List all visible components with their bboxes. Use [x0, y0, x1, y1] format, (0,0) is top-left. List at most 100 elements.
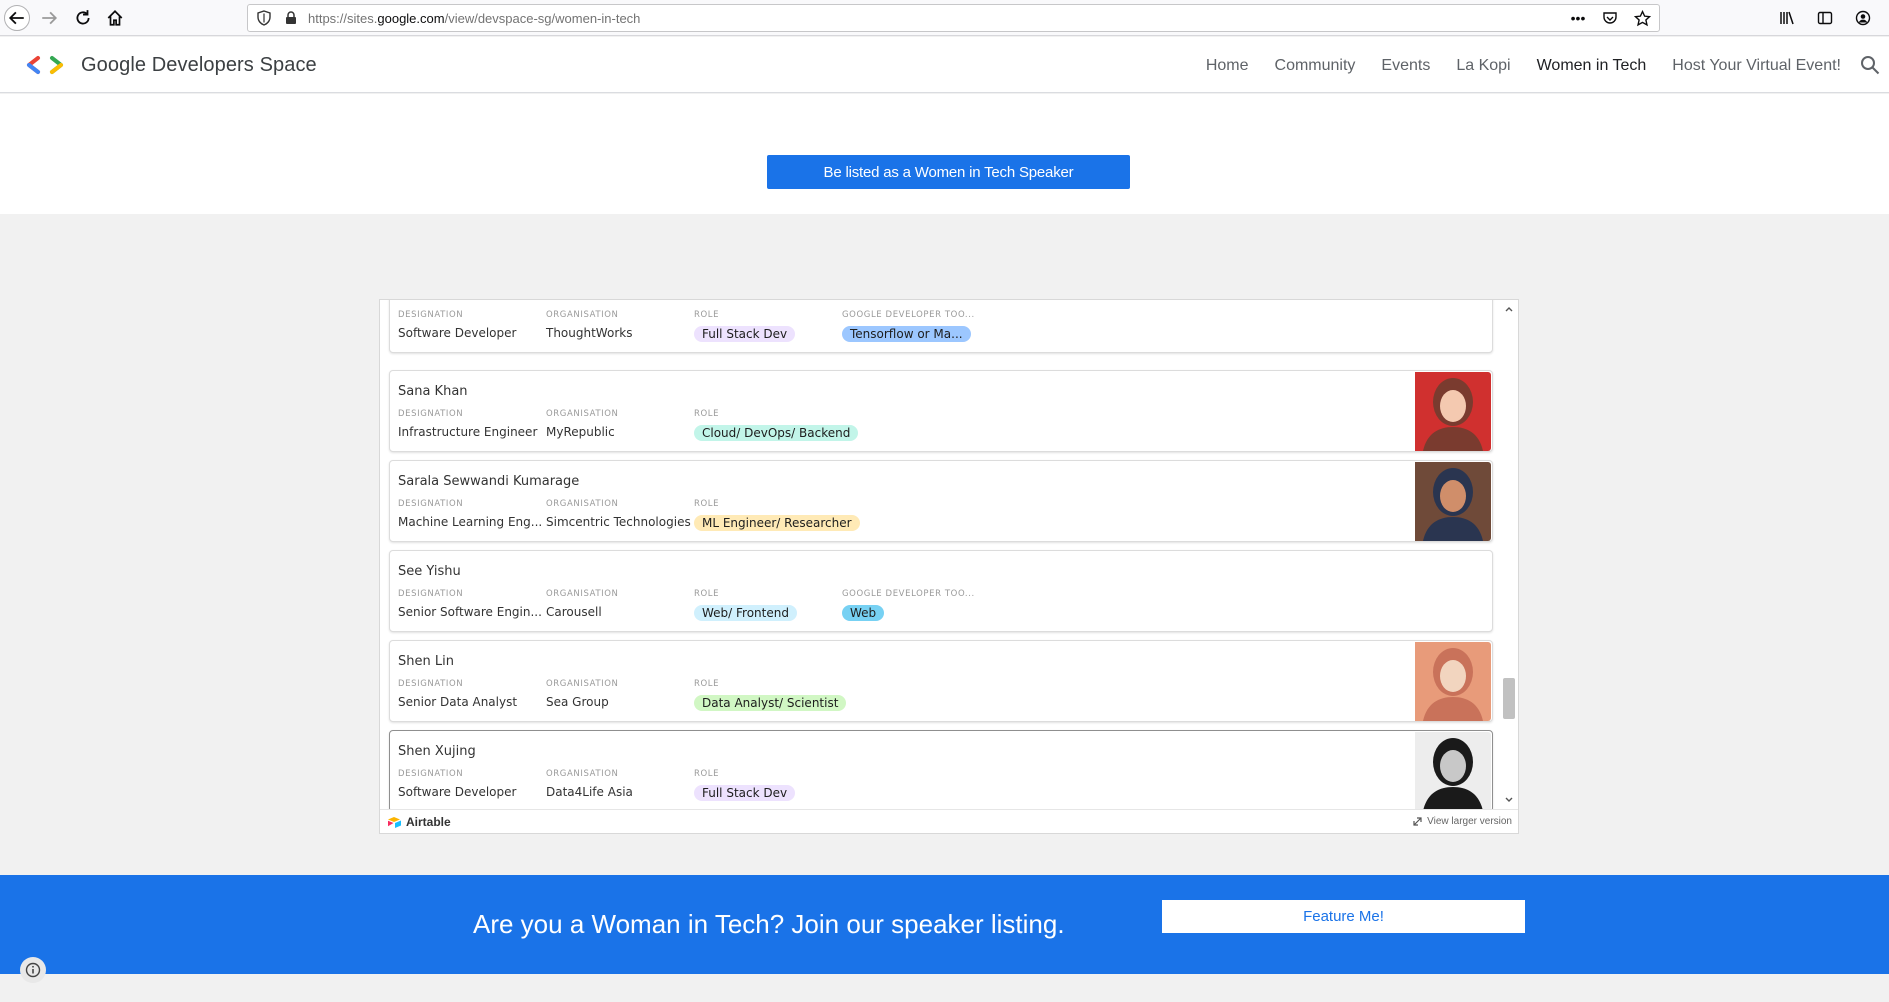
chevron-up-icon[interactable]: [1504, 304, 1514, 314]
field-label: DESIGNATION: [398, 589, 464, 599]
airtable-logo[interactable]: Airtable: [387, 815, 451, 829]
field-value: Full Stack Dev: [694, 785, 834, 801]
role-pill: Data Analyst/ Scientist: [694, 695, 847, 711]
speaker-photo[interactable]: [1415, 462, 1491, 541]
join-section: Are you a Woman in Tech? Join our speake…: [0, 875, 1889, 974]
field-label: ORGANISATION: [546, 499, 619, 509]
field-label: GOOGLE DEVELOPER TOO...: [842, 310, 975, 320]
speaker-card[interactable]: Sana Khan DESIGNATION Infrastructure Engin…: [389, 370, 1493, 452]
expand-icon: [1413, 817, 1422, 826]
speaker-name: Sarala Sewwandi Kumarage: [398, 474, 580, 489]
speaker-card[interactable]: Shen Xujing DESIGNATION Software Developer…: [389, 730, 1493, 809]
field-value: ML Engineer/ Researcher: [694, 515, 860, 531]
field-designation: DESIGNATION Senior Software Engin...: [398, 589, 542, 619]
speaker-card[interactable]: Shen Lin DESIGNATION Senior Data Analyst OR…: [389, 640, 1493, 722]
field-label: ROLE: [694, 310, 720, 320]
speaker-list[interactable]: Saloni KaurDESIGNATIONSoftware Developer…: [380, 300, 1500, 809]
speaker-card[interactable]: Sarala Sewwandi Kumarage DESIGNATION Machi…: [389, 460, 1493, 542]
speaker-name: Shen Xujing: [398, 744, 476, 759]
field-label: ROLE: [694, 769, 720, 779]
tool-pill: Web: [842, 605, 885, 621]
embed-scrollbar[interactable]: [1500, 300, 1518, 809]
reload-button[interactable]: [70, 5, 96, 31]
sidebar-icon[interactable]: [1815, 8, 1835, 28]
field-value: ThoughtWorks: [546, 326, 633, 340]
field-label: ROLE: [694, 499, 720, 509]
nav-host-virtual-event[interactable]: Host Your Virtual Event!: [1672, 57, 1841, 75]
arrow-left-icon: [8, 11, 24, 25]
field-value: Full Stack Dev: [694, 326, 834, 342]
chevron-down-icon[interactable]: [1504, 795, 1514, 805]
field-label: ORGANISATION: [546, 769, 619, 779]
field-value: MyRepublic: [546, 425, 615, 439]
field-label: ORGANISATION: [546, 589, 619, 599]
url-text[interactable]: https://sites.google.com/view/devspace-s…: [308, 11, 640, 26]
field-tool: GOOGLE DEVELOPER TOO... Tensorflow or Ma.…: [842, 310, 992, 342]
account-icon[interactable]: [1853, 8, 1873, 28]
arrow-right-icon: [42, 11, 58, 25]
field-designation: DESIGNATION Senior Data Analyst: [398, 679, 538, 709]
speaker-name: Sana Khan: [398, 384, 468, 399]
speaker-photo[interactable]: [1415, 372, 1491, 451]
info-button[interactable]: [20, 957, 46, 983]
field-role: ROLE Cloud/ DevOps/ Backend: [694, 409, 859, 441]
library-icon[interactable]: [1777, 8, 1797, 28]
cta-section: Be listed as a Women in Tech Speaker: [0, 94, 1889, 214]
join-heading: Are you a Woman in Tech? Join our speake…: [473, 909, 1065, 939]
home-button[interactable]: [102, 5, 128, 31]
speaker-card[interactable]: Saloni KaurDESIGNATIONSoftware Developer…: [389, 300, 1493, 353]
forward-button[interactable]: [36, 5, 62, 31]
nav-events[interactable]: Events: [1381, 57, 1430, 75]
browser-toolbar: https://sites.google.com/view/devspace-s…: [0, 0, 1889, 36]
field-label: ORGANISATION: [546, 679, 619, 689]
nav-la-kopi[interactable]: La Kopi: [1456, 57, 1510, 75]
url-path: /view/devspace-sg/women-in-tech: [444, 10, 641, 26]
field-designation: DESIGNATION Machine Learning Eng...: [398, 499, 543, 529]
nav-women-in-tech[interactable]: Women in Tech: [1537, 57, 1647, 75]
speaker-photo[interactable]: [1415, 732, 1491, 809]
embed-footer: Airtable View larger version: [380, 809, 1518, 833]
field-value: Infrastructure Engineer: [398, 425, 538, 439]
pocket-icon[interactable]: [1601, 9, 1619, 27]
field-label: ORGANISATION: [546, 409, 619, 419]
field-role: ROLE Data Analyst/ Scientist: [694, 679, 847, 711]
scrollbar-thumb[interactable]: [1503, 678, 1515, 719]
speaker-card[interactable]: See Yishu DESIGNATION Senior Software Engi…: [389, 550, 1493, 632]
shield-icon[interactable]: [256, 10, 272, 26]
nav-home[interactable]: Home: [1206, 57, 1249, 75]
view-larger-link[interactable]: View larger version: [1413, 816, 1512, 827]
nav-community[interactable]: Community: [1275, 57, 1356, 75]
lock-icon[interactable]: [284, 11, 298, 25]
field-role: ROLE Full Stack Dev: [694, 310, 834, 342]
role-pill: Cloud/ DevOps/ Backend: [694, 425, 859, 441]
site-title[interactable]: Google Developers Space: [81, 54, 317, 77]
bookmark-star-icon[interactable]: [1633, 9, 1651, 27]
field-value: Software Developer: [398, 326, 517, 340]
home-icon: [107, 10, 123, 26]
airtable-icon: [388, 816, 401, 828]
be-listed-speaker-button[interactable]: Be listed as a Women in Tech Speaker: [767, 155, 1130, 189]
site-header: Google Developers Space Home Community E…: [0, 37, 1889, 93]
feature-me-button[interactable]: Feature Me!: [1162, 900, 1525, 933]
url-prefix: https://sites.: [308, 10, 378, 26]
field-label: DESIGNATION: [398, 499, 464, 509]
google-developers-logo[interactable]: [26, 55, 64, 75]
url-bar[interactable]: https://sites.google.com/view/devspace-s…: [247, 4, 1660, 32]
speaker-photo[interactable]: [1415, 642, 1491, 721]
field-label: DESIGNATION: [398, 310, 464, 320]
field-role: ROLE Full Stack Dev: [694, 769, 834, 801]
role-pill: Web/ Frontend: [694, 605, 797, 621]
role-pill: Full Stack Dev: [694, 785, 796, 801]
site-nav: Home Community Events La Kopi Women in T…: [1206, 57, 1841, 75]
field-organisation: ORGANISATION MyRepublic: [546, 409, 686, 439]
field-value: Carousell: [546, 605, 602, 619]
field-organisation: ORGANISATION Carousell: [546, 589, 686, 619]
back-button[interactable]: [4, 5, 30, 31]
field-organisation: ORGANISATION Simcentric Technologies: [546, 499, 691, 529]
search-icon[interactable]: [1859, 54, 1881, 76]
field-designation: DESIGNATION Infrastructure Engineer: [398, 409, 538, 439]
more-actions-button[interactable]: •••: [1569, 9, 1587, 27]
field-value: Web/ Frontend: [694, 605, 834, 621]
field-value: Tensorflow or Ma...: [842, 326, 992, 342]
field-value: Machine Learning Eng...: [398, 515, 543, 529]
